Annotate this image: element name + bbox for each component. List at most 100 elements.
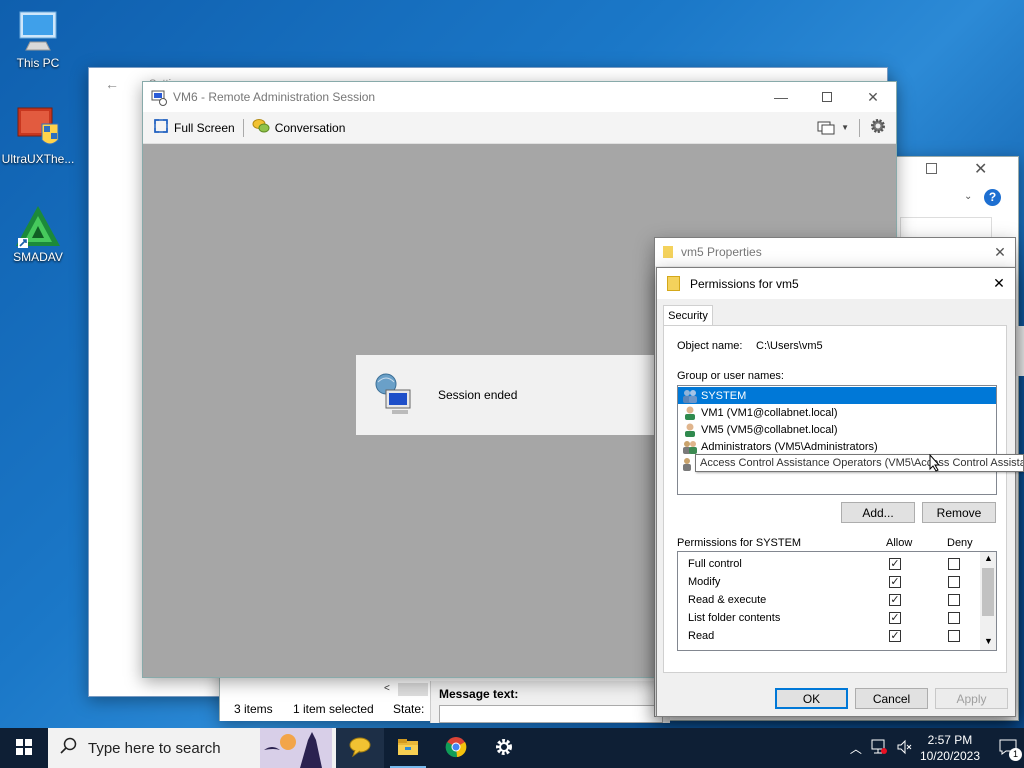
desktop-icon-smadav[interactable]: SMADAV xyxy=(0,204,76,264)
clock[interactable]: 2:57 PM 10/20/2023 xyxy=(920,732,980,764)
maximize-button[interactable] xyxy=(804,82,850,112)
allow-checkbox[interactable]: ✓ xyxy=(889,612,901,624)
mouse-cursor-icon xyxy=(929,453,941,475)
maximize-icon xyxy=(822,92,832,102)
taskbar-file-explorer[interactable] xyxy=(384,728,432,768)
windows-logo-icon xyxy=(16,738,32,758)
user-name: Administrators (VM5\Administrators) xyxy=(701,440,878,453)
minimize-button[interactable]: — xyxy=(758,82,804,112)
allow-checkbox[interactable]: ✓ xyxy=(889,630,901,642)
back-arrow-icon[interactable]: ← xyxy=(105,76,119,92)
allow-checkbox[interactable]: ✓ xyxy=(889,576,901,588)
close-button[interactable]: ✕ xyxy=(985,238,1015,266)
apply-button[interactable]: Apply xyxy=(935,688,1008,709)
search-box[interactable]: Type here to search xyxy=(48,728,336,768)
this-pc-icon xyxy=(14,10,62,54)
folder-icon xyxy=(663,246,673,258)
taskbar-settings[interactable] xyxy=(480,728,528,768)
desktop-icon-this-pc[interactable]: This PC xyxy=(0,10,76,70)
permissions-dialog[interactable]: Permissions for vm5 ✕ Security Object na… xyxy=(656,267,1016,717)
desktop-icon-ultraux[interactable]: UltraUXThe... xyxy=(0,106,76,166)
message-input[interactable] xyxy=(439,705,663,723)
horizontal-scrollbar[interactable] xyxy=(398,683,428,696)
group-users-icon xyxy=(682,440,698,454)
notification-badge: 1 xyxy=(1009,747,1022,761)
taskbar-chat-app[interactable] xyxy=(336,728,384,768)
help-icon[interactable]: ? xyxy=(984,189,1001,206)
search-highlight-image xyxy=(260,728,332,768)
deny-checkbox[interactable] xyxy=(948,630,960,642)
remote-session-toolbar: Full Screen Conversation ▼ xyxy=(143,112,896,144)
list-item[interactable]: Administrators (VM5\Administrators) xyxy=(678,438,996,455)
tab-security[interactable]: Security xyxy=(663,305,713,326)
search-icon xyxy=(60,737,78,759)
full-screen-button[interactable]: Full Screen xyxy=(153,118,235,137)
list-item[interactable]: SYSTEM xyxy=(678,387,996,404)
list-item[interactable]: VM5 (VM5@collabnet.local) xyxy=(678,421,996,438)
deny-header: Deny xyxy=(947,537,973,549)
display-select-icon[interactable]: ▼ xyxy=(817,121,849,135)
deny-checkbox[interactable] xyxy=(948,558,960,570)
smadav-icon xyxy=(14,204,62,248)
deny-checkbox[interactable] xyxy=(948,612,960,624)
chevron-down-icon[interactable]: ⌄ xyxy=(964,191,972,202)
chat-bubble-icon xyxy=(349,737,371,760)
permission-name: Read xyxy=(688,630,715,642)
conversation-icon xyxy=(252,118,270,137)
full-screen-icon xyxy=(153,118,169,137)
notification-center-icon[interactable]: 1 xyxy=(998,738,1022,761)
user-icon xyxy=(682,406,698,420)
add-button[interactable]: Add... xyxy=(841,502,915,523)
user-list[interactable]: SYSTEM VM1 (VM1@collabnet.local) VM5 (VM… xyxy=(677,385,997,495)
permission-row: Full control xyxy=(688,558,742,570)
tooltip-text: Access Control Assistance Operators (VM5… xyxy=(700,457,1024,469)
vertical-scrollbar[interactable]: ▲ ▼ xyxy=(980,552,996,650)
scroll-left-arrow[interactable]: < xyxy=(384,683,390,694)
permission-name: Read & execute xyxy=(688,594,767,606)
scroll-down-arrow[interactable]: ▼ xyxy=(984,636,993,646)
taskbar: Type here to search ︿ 2:57 PM 10/20/2023… xyxy=(0,728,1024,768)
group-users-icon xyxy=(682,389,698,403)
status-items: 3 items xyxy=(234,702,273,716)
list-item[interactable]: VM1 (VM1@collabnet.local) xyxy=(678,404,996,421)
conversation-label: Conversation xyxy=(274,120,346,135)
remote-session-app-icon xyxy=(151,90,167,106)
permissions-header: Permissions for SYSTEM xyxy=(677,537,802,549)
user-name: VM1 (VM1@collabnet.local) xyxy=(701,406,838,419)
start-button[interactable] xyxy=(0,728,48,768)
permissions-titlebar[interactable]: Permissions for vm5 ✕ xyxy=(657,268,1015,299)
tab-security-label: Security xyxy=(668,310,708,322)
gear-icon[interactable] xyxy=(870,118,886,137)
full-screen-label: Full Screen xyxy=(174,120,235,135)
allow-checkbox[interactable]: ✓ xyxy=(889,558,901,570)
user-tooltip: Access Control Assistance Operators (VM5… xyxy=(695,454,1024,472)
deny-checkbox[interactable] xyxy=(948,576,960,588)
close-button[interactable]: ✕ xyxy=(983,269,1015,299)
cancel-button-label: Cancel xyxy=(872,691,911,706)
apply-button-label: Apply xyxy=(956,691,987,706)
scroll-thumb[interactable] xyxy=(982,568,994,616)
chevron-down-icon[interactable]: ▼ xyxy=(841,123,849,132)
close-button[interactable]: ✕ xyxy=(850,82,896,112)
network-icon[interactable] xyxy=(870,739,888,758)
remote-session-titlebar[interactable]: VM6 - Remote Administration Session — ✕ xyxy=(143,82,896,112)
ok-button[interactable]: OK xyxy=(775,688,848,709)
properties-titlebar[interactable]: vm5 Properties ✕ xyxy=(655,238,1015,266)
remove-button[interactable]: Remove xyxy=(922,502,996,523)
scroll-up-arrow[interactable]: ▲ xyxy=(984,553,993,563)
folder-icon xyxy=(667,276,680,291)
taskbar-chrome[interactable] xyxy=(432,728,480,768)
close-icon[interactable]: ✕ xyxy=(974,159,987,179)
cancel-button[interactable]: Cancel xyxy=(855,688,928,709)
desktop-icon-label: UltraUXThe... xyxy=(1,152,75,166)
desktop-icon-label: SMADAV xyxy=(13,250,63,264)
maximize-icon[interactable] xyxy=(926,163,937,174)
search-placeholder: Type here to search xyxy=(88,739,221,757)
chevron-up-icon[interactable]: ︿ xyxy=(850,740,862,757)
deny-checkbox[interactable] xyxy=(948,594,960,606)
folder-icon xyxy=(397,738,419,759)
volume-muted-icon[interactable] xyxy=(896,739,912,758)
system-tray: ︿ 2:57 PM 10/20/2023 1 xyxy=(850,732,1024,764)
conversation-button[interactable]: Conversation xyxy=(252,118,346,137)
allow-checkbox[interactable]: ✓ xyxy=(889,594,901,606)
